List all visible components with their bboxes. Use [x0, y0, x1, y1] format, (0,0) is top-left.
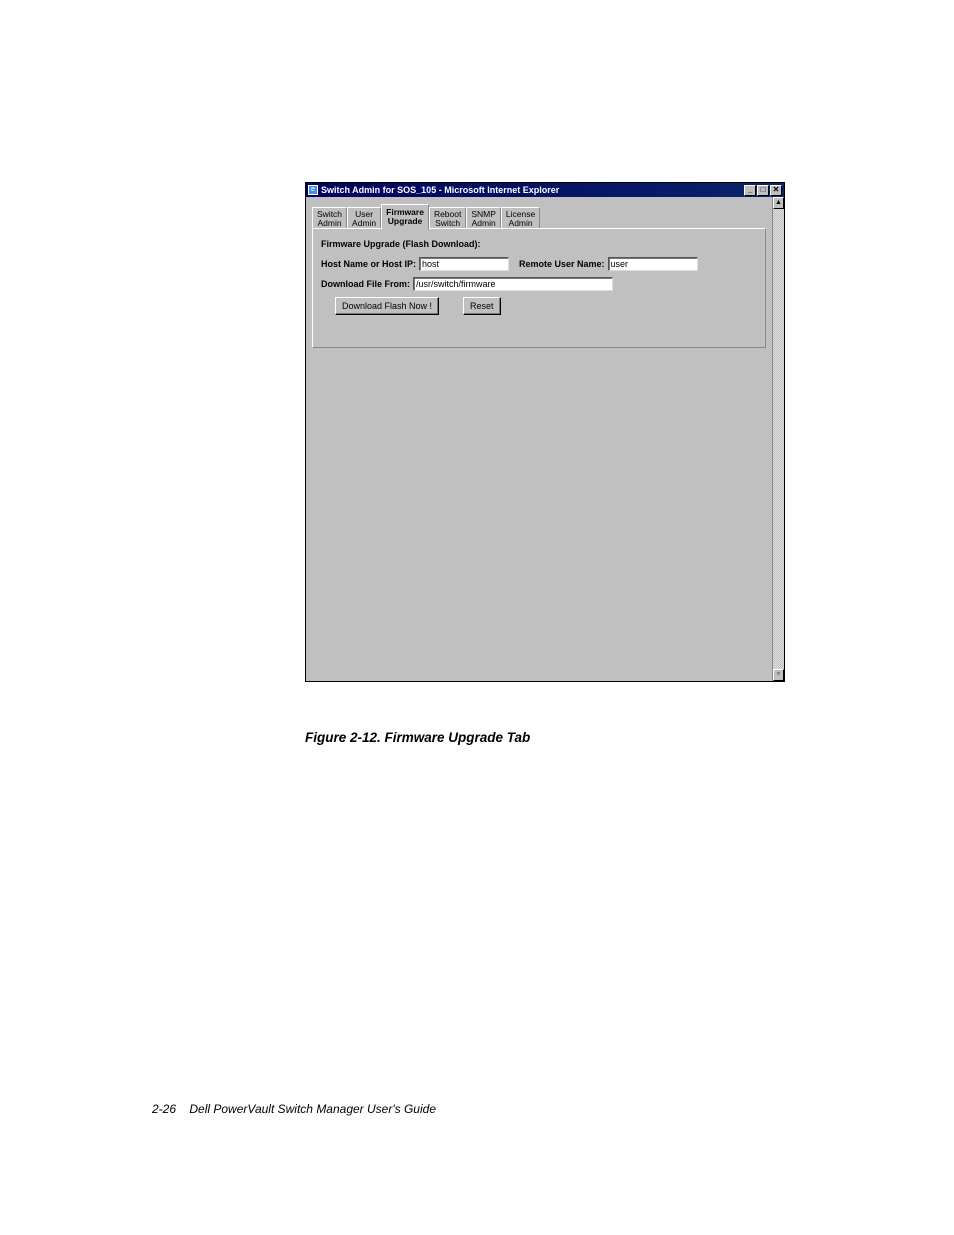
tab-strip: Switch Admin User Admin Firmware Upgrade…: [312, 203, 766, 229]
window-controls: _ □ ✕: [743, 185, 782, 196]
doc-title: Dell PowerVault Switch Manager User's Gu…: [189, 1102, 436, 1116]
maximize-button[interactable]: □: [757, 185, 769, 196]
ie-icon: e: [308, 185, 318, 195]
download-from-row: Download File From:: [321, 277, 757, 291]
close-button[interactable]: ✕: [770, 185, 782, 196]
reset-button[interactable]: Reset: [463, 297, 501, 315]
host-row: Host Name or Host IP: Remote User Name:: [321, 257, 757, 271]
browser-window: e Switch Admin for SOS_105 - Microsoft I…: [305, 182, 785, 682]
tab-firmware-upgrade[interactable]: Firmware Upgrade: [381, 204, 429, 230]
tab-snmp-admin[interactable]: SNMP Admin: [466, 207, 501, 229]
button-row: Download Flash Now ! Reset: [321, 297, 757, 315]
host-label: Host Name or Host IP:: [321, 259, 416, 269]
scroll-down-button[interactable]: ▼: [773, 669, 784, 681]
remote-user-input[interactable]: [608, 257, 698, 271]
window-titlebar: e Switch Admin for SOS_105 - Microsoft I…: [306, 183, 784, 197]
vertical-scrollbar[interactable]: ▲ ▼: [772, 197, 784, 681]
page-footer: 2-26 Dell PowerVault Switch Manager User…: [152, 1102, 436, 1116]
minimize-button[interactable]: _: [744, 185, 756, 196]
panel-title: Firmware Upgrade (Flash Download):: [321, 239, 757, 249]
tab-reboot-switch[interactable]: Reboot Switch: [429, 207, 466, 229]
download-from-input[interactable]: [413, 277, 613, 291]
window-title: Switch Admin for SOS_105 - Microsoft Int…: [321, 185, 743, 195]
firmware-upgrade-panel: Firmware Upgrade (Flash Download): Host …: [312, 228, 766, 348]
download-from-label: Download File From:: [321, 279, 410, 289]
tab-switch-admin[interactable]: Switch Admin: [312, 207, 347, 229]
content-pane: Switch Admin User Admin Firmware Upgrade…: [306, 197, 772, 681]
download-flash-button[interactable]: Download Flash Now !: [335, 297, 439, 315]
tab-user-admin[interactable]: User Admin: [347, 207, 381, 229]
host-input[interactable]: [419, 257, 509, 271]
scroll-up-button[interactable]: ▲: [773, 197, 784, 209]
document-page: e Switch Admin for SOS_105 - Microsoft I…: [0, 0, 954, 1235]
client-area: Switch Admin User Admin Firmware Upgrade…: [306, 197, 784, 681]
scroll-track[interactable]: [773, 209, 784, 669]
remote-user-label: Remote User Name:: [519, 259, 605, 269]
figure-caption: Figure 2-12. Firmware Upgrade Tab: [305, 730, 530, 745]
page-number: 2-26: [152, 1102, 176, 1116]
tab-license-admin[interactable]: License Admin: [501, 207, 540, 229]
